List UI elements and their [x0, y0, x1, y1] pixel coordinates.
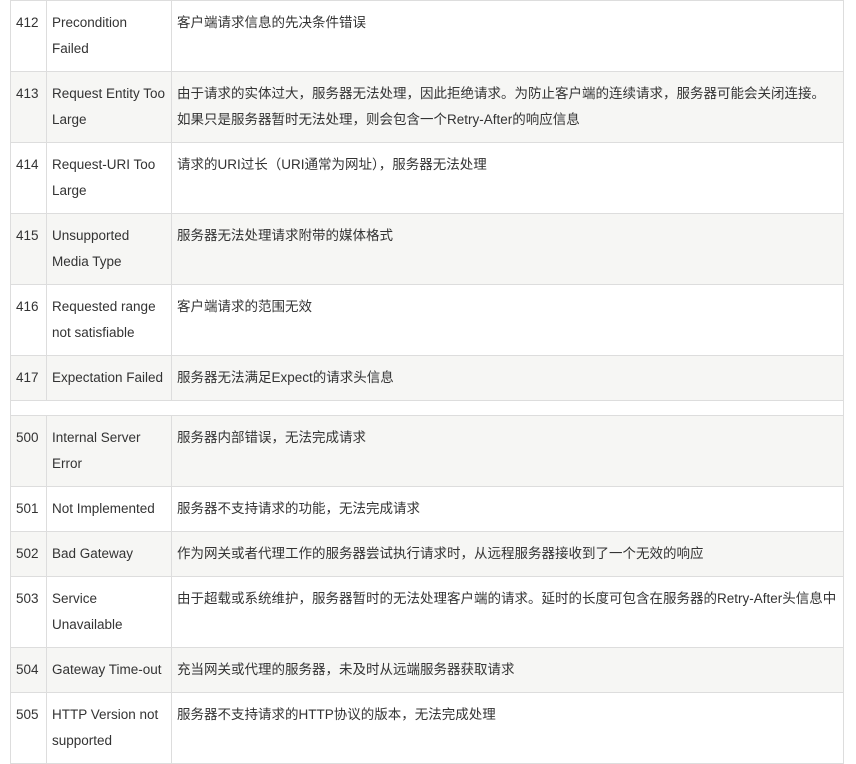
- status-description: 作为网关或者代理工作的服务器尝试执行请求时，从远程服务器接收到了一个无效的响应: [171, 531, 844, 577]
- status-code: 412: [10, 0, 47, 72]
- status-name: Expectation Failed: [46, 355, 172, 401]
- status-description: 服务器不支持请求的功能，无法完成请求: [171, 486, 844, 532]
- separator-cell: [10, 400, 844, 416]
- status-name: Service Unavailable: [46, 576, 172, 648]
- table-row: 505 HTTP Version not supported 服务器不支持请求的…: [10, 692, 844, 764]
- status-name: HTTP Version not supported: [46, 692, 172, 764]
- status-description: 由于超载或系统维护，服务器暂时的无法处理客户端的请求。延时的长度可包含在服务器的…: [171, 576, 844, 648]
- table-row: 413 Request Entity Too Large 由于请求的实体过大，服…: [10, 71, 844, 143]
- status-code: 415: [10, 213, 47, 285]
- status-description: 客户端请求信息的先决条件错误: [171, 0, 844, 72]
- status-code: 502: [10, 531, 47, 577]
- table-row: 415 Unsupported Media Type 服务器无法处理请求附带的媒…: [10, 213, 844, 285]
- status-code-table-container: 412 Precondition Failed 客户端请求信息的先决条件错误 4…: [10, 0, 844, 764]
- status-description: 充当网关或代理的服务器，未及时从远端服务器获取请求: [171, 647, 844, 693]
- status-name: Requested range not satisfiable: [46, 284, 172, 356]
- status-name: Not Implemented: [46, 486, 172, 532]
- status-name: Internal Server Error: [46, 415, 172, 487]
- status-code: 417: [10, 355, 47, 401]
- status-name: Precondition Failed: [46, 0, 172, 72]
- status-description: 服务器不支持请求的HTTP协议的版本，无法完成处理: [171, 692, 844, 764]
- table-row: 412 Precondition Failed 客户端请求信息的先决条件错误: [10, 0, 844, 72]
- status-name: Gateway Time-out: [46, 647, 172, 693]
- status-code: 503: [10, 576, 47, 648]
- status-name: Bad Gateway: [46, 531, 172, 577]
- table-row: 417 Expectation Failed 服务器无法满足Expect的请求头…: [10, 355, 844, 401]
- status-code: 416: [10, 284, 47, 356]
- status-name: Request-URI Too Large: [46, 142, 172, 214]
- status-description: 服务器无法满足Expect的请求头信息: [171, 355, 844, 401]
- status-name: Request Entity Too Large: [46, 71, 172, 143]
- status-description: 客户端请求的范围无效: [171, 284, 844, 356]
- table-row: 502 Bad Gateway 作为网关或者代理工作的服务器尝试执行请求时，从远…: [10, 531, 844, 577]
- table-row: 414 Request-URI Too Large 请求的URI过长（URI通常…: [10, 142, 844, 214]
- status-code: 413: [10, 71, 47, 143]
- table-row: 416 Requested range not satisfiable 客户端请…: [10, 284, 844, 356]
- status-description: 服务器内部错误，无法完成请求: [171, 415, 844, 487]
- status-code: 414: [10, 142, 47, 214]
- table-section-separator: [10, 400, 844, 416]
- status-code-table: 412 Precondition Failed 客户端请求信息的先决条件错误 4…: [10, 0, 844, 764]
- status-description: 服务器无法处理请求附带的媒体格式: [171, 213, 844, 285]
- status-description: 由于请求的实体过大，服务器无法处理，因此拒绝请求。为防止客户端的连续请求，服务器…: [171, 71, 844, 143]
- table-row: 500 Internal Server Error 服务器内部错误，无法完成请求: [10, 415, 844, 487]
- table-row: 503 Service Unavailable 由于超载或系统维护，服务器暂时的…: [10, 576, 844, 648]
- status-description: 请求的URI过长（URI通常为网址），服务器无法处理: [171, 142, 844, 214]
- status-code: 500: [10, 415, 47, 487]
- status-code: 501: [10, 486, 47, 532]
- table-row: 504 Gateway Time-out 充当网关或代理的服务器，未及时从远端服…: [10, 647, 844, 693]
- status-name: Unsupported Media Type: [46, 213, 172, 285]
- status-code: 504: [10, 647, 47, 693]
- table-row: 501 Not Implemented 服务器不支持请求的功能，无法完成请求: [10, 486, 844, 532]
- status-code: 505: [10, 692, 47, 764]
